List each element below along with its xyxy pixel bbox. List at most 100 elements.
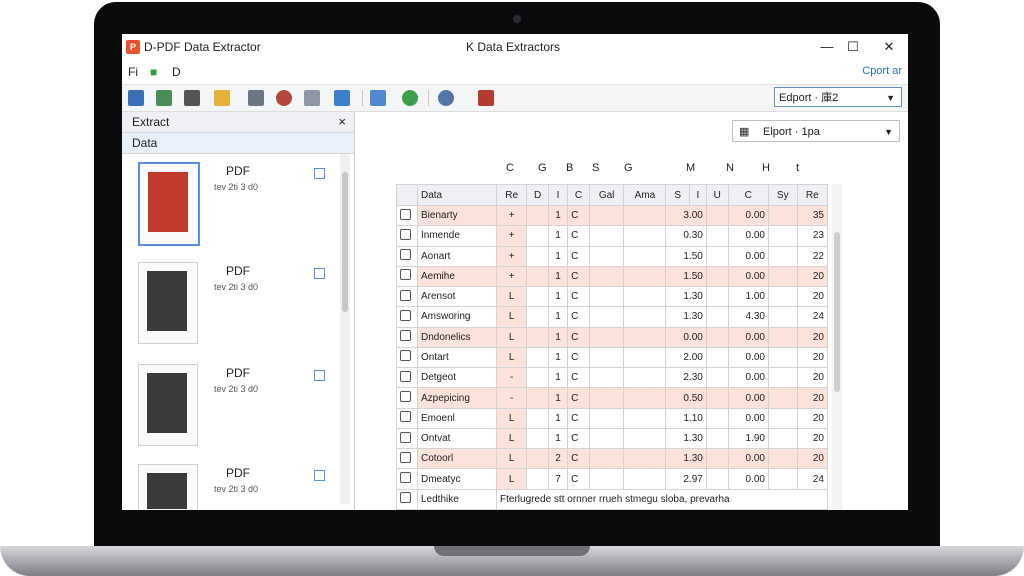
cell-empty[interactable] [526,204,549,227]
cell-empty[interactable] [588,225,625,247]
cell-b[interactable]: L [496,326,528,348]
cell-empty[interactable] [705,306,729,328]
table-row[interactable]: Arensot L 1 C 1.30 1.00 20 [396,286,828,308]
cell-empty[interactable] [705,326,729,348]
find-icon[interactable] [402,90,418,106]
cell-empty[interactable] [767,468,798,490]
cell-v2[interactable]: 0.00 [727,265,769,288]
cell-v2[interactable]: 0.00 [727,326,769,348]
cell-v1[interactable]: 1.50 [665,265,707,288]
cell-empty[interactable] [623,204,667,227]
cell-b[interactable]: L [496,346,528,369]
cell-v2[interactable]: 0.00 [727,407,769,429]
cell-v2[interactable]: 4.30 [727,306,769,328]
cell-name[interactable]: Cotoorl [416,448,498,470]
close-button[interactable]: ✕ [878,38,900,56]
column-header[interactable]: I [688,184,707,206]
cell-v3[interactable]: 20 [796,346,828,369]
table-row[interactable]: Bienarty + 1 C 3.00 0.00 35 [396,204,828,227]
zoom-icon[interactable] [304,90,320,106]
cell-b[interactable]: L [496,448,528,470]
cell-name[interactable]: Dmeatyc [416,468,498,490]
cell-name[interactable]: Arensot [416,286,498,308]
cell-empty[interactable] [705,225,729,247]
cell-empty[interactable] [767,245,798,267]
print-icon[interactable] [184,90,200,106]
cell-empty[interactable] [767,286,798,308]
cell-d[interactable]: C [567,427,590,450]
cell-b[interactable]: + [496,265,528,288]
search-icon[interactable] [276,90,292,106]
cell-c[interactable]: 1 [547,306,569,328]
cell-empty[interactable] [588,204,625,227]
preview-icon[interactable] [370,90,386,106]
cell-v3[interactable]: 24 [796,468,828,490]
column-header[interactable]: S [665,184,690,206]
cell-d[interactable]: C [567,265,590,288]
cell-v2[interactable]: 1.00 [727,286,769,308]
cell-v3[interactable]: 23 [796,225,828,247]
cell-v1[interactable]: 0.30 [665,225,707,247]
pdf-checkbox[interactable] [314,168,325,179]
cell-empty[interactable] [588,265,625,288]
cell-v3[interactable]: 22 [796,245,828,267]
cell-v3[interactable]: 20 [796,427,828,450]
row-icon[interactable] [396,245,418,267]
minimize-button[interactable]: — [816,38,838,56]
cell-v1[interactable]: 1.30 [665,286,707,308]
cell-empty[interactable] [623,346,667,369]
cell-empty[interactable] [588,286,625,308]
row-icon[interactable] [396,488,418,510]
cell-c[interactable]: 1 [547,326,569,348]
cell-d[interactable]: C [567,346,590,369]
menu-folder-icon[interactable]: ■ [150,65,157,79]
cell-c[interactable]: 1 [547,346,569,369]
cell-v3[interactable]: 35 [796,204,828,227]
cell-empty[interactable] [526,387,549,409]
cell-empty[interactable] [767,367,798,389]
cell-v1[interactable]: 1.30 [665,306,707,328]
cell-empty[interactable] [623,326,667,348]
table-row[interactable]: Amsworing L 1 C 1.30 4.30 24 [396,306,828,328]
cell-v2[interactable]: 0.00 [727,245,769,267]
cell-empty[interactable] [705,468,729,490]
cell-empty[interactable] [623,306,667,328]
cell-empty[interactable] [623,468,667,490]
pdf-checkbox[interactable] [314,268,325,279]
cell-v2[interactable]: 0.00 [727,346,769,369]
cell-empty[interactable] [705,245,729,267]
cell-d[interactable]: C [567,286,590,308]
cell-b[interactable]: L [496,306,528,328]
cell-b[interactable]: + [496,225,528,247]
cell-v2[interactable]: 0.00 [727,387,769,409]
pdf-thumbnail[interactable] [138,364,198,446]
cell-d[interactable]: C [567,407,590,429]
cell-empty[interactable] [767,225,798,247]
clipboard-icon[interactable] [214,90,230,106]
cell-v3[interactable]: 20 [796,367,828,389]
cell-empty[interactable] [623,427,667,450]
table-row[interactable]: Cotoorl L 2 C 1.30 0.00 20 [396,448,828,470]
cell-empty[interactable] [767,448,798,470]
cell-name[interactable]: Ledthike [416,488,498,510]
cell-c[interactable]: 1 [547,387,569,409]
table-icon[interactable] [248,90,264,106]
grid-scroll-thumb[interactable] [834,232,840,392]
cell-d[interactable]: C [567,448,590,470]
cell-v1[interactable]: 1.30 [665,448,707,470]
cell-empty[interactable] [767,346,798,369]
cell-empty[interactable] [767,265,798,288]
cell-b[interactable]: + [496,245,528,267]
row-select-header[interactable] [396,184,418,206]
cell-empty[interactable] [705,448,729,470]
cell-v1[interactable]: 2.00 [665,346,707,369]
table-row[interactable]: Emoenl L 1 C 1.10 0.00 20 [396,407,828,429]
cell-empty[interactable] [526,265,549,288]
table-row[interactable]: Aemihe + 1 C 1.50 0.00 20 [396,265,828,288]
row-icon[interactable] [396,326,418,348]
cell-v2[interactable]: 0.00 [727,204,769,227]
column-header[interactable]: C [727,184,769,206]
cell-empty[interactable] [623,286,667,308]
column-header[interactable]: Re [496,184,528,206]
cell-empty[interactable] [767,407,798,429]
